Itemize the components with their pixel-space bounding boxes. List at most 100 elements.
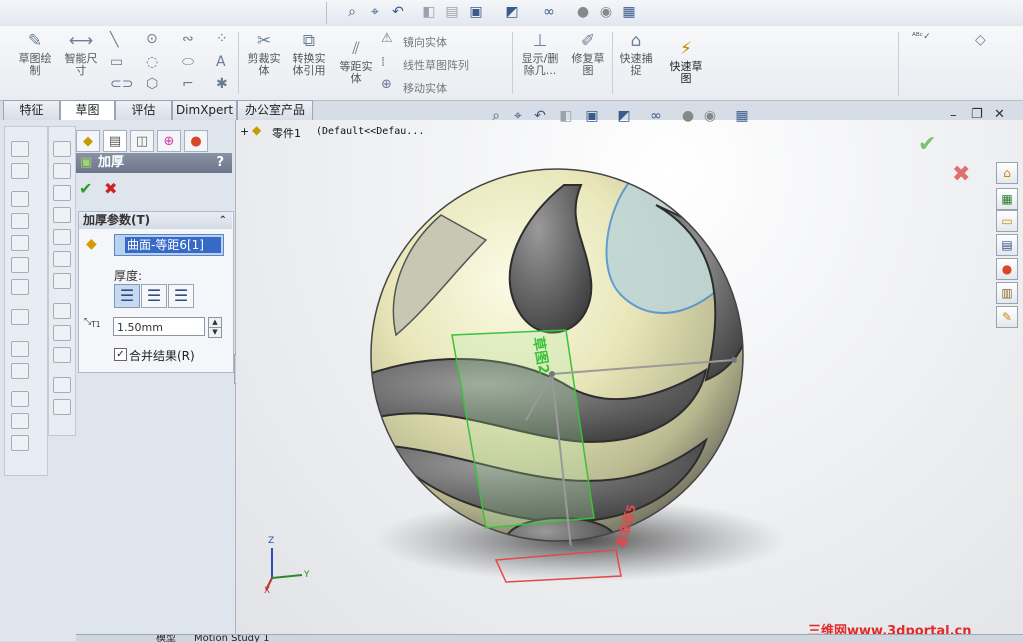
- tool-icon[interactable]: [11, 141, 29, 157]
- custom-properties-icon[interactable]: ▥: [996, 282, 1018, 304]
- tool-icon[interactable]: [53, 229, 71, 245]
- appearances-icon[interactable]: ●: [996, 258, 1018, 280]
- point-icon[interactable]: ⁘: [216, 31, 228, 47]
- thicken-both-button[interactable]: ☰: [141, 284, 167, 308]
- view-settings-icon[interactable]: ▦: [620, 3, 638, 21]
- mirror-entities-item[interactable]: 镜向实体: [403, 34, 447, 50]
- feature-manager-tab[interactable]: ◆: [76, 130, 100, 152]
- tool-icon[interactable]: [11, 391, 29, 407]
- spin-down-button[interactable]: ▼: [208, 327, 222, 338]
- convert-entities-button[interactable]: ⧉ 转换实 体引用: [287, 32, 331, 77]
- file-explorer-icon[interactable]: ▭: [996, 210, 1018, 232]
- collapse-icon[interactable]: ⌃: [219, 212, 227, 229]
- tool-icon[interactable]: [11, 413, 29, 429]
- tool-icon[interactable]: [11, 191, 29, 207]
- thickness-input[interactable]: 1.50mm: [113, 317, 205, 336]
- spell-check-icon[interactable]: ᴬᴮᶜ✓: [912, 32, 931, 42]
- tab-office-products[interactable]: 办公室产品: [237, 100, 313, 120]
- text-icon[interactable]: A: [216, 54, 226, 70]
- ellipse-icon[interactable]: ⬭: [182, 54, 194, 70]
- view-orientation-icon[interactable]: ▣: [583, 107, 601, 125]
- rapid-sketch-button[interactable]: ⚡ 快速草 图: [664, 40, 708, 85]
- configuration-manager-tab[interactable]: ◫: [130, 130, 154, 152]
- tool-icon[interactable]: [53, 185, 71, 201]
- merge-result-checkbox[interactable]: ✓: [114, 348, 127, 361]
- circle-icon[interactable]: ⊙: [146, 31, 158, 47]
- cancel-button[interactable]: ✖: [104, 179, 117, 198]
- tool-icon[interactable]: [11, 341, 29, 357]
- confirm-cancel-icon[interactable]: ✖: [952, 162, 970, 187]
- section-view-icon[interactable]: ◧: [420, 3, 438, 21]
- hide-show-icon[interactable]: ∞: [647, 107, 665, 125]
- view-orientation-icon[interactable]: ▣: [467, 3, 485, 21]
- appearance-icon[interactable]: ●: [679, 107, 697, 125]
- property-manager-tab[interactable]: ▤: [103, 130, 127, 152]
- tool-icon[interactable]: [53, 303, 71, 319]
- ok-button[interactable]: ✔: [79, 179, 92, 198]
- spline-icon[interactable]: ∾: [182, 31, 194, 47]
- tool-icon[interactable]: [11, 435, 29, 451]
- tool-icon[interactable]: [11, 163, 29, 179]
- tool-icon[interactable]: [11, 213, 29, 229]
- tool-icon[interactable]: [53, 325, 71, 341]
- tool-icon[interactable]: [11, 257, 29, 273]
- tool-icon[interactable]: [53, 273, 71, 289]
- tool-icon[interactable]: [53, 399, 71, 415]
- thicken-side1-button[interactable]: ☰: [114, 284, 140, 308]
- linear-pattern-item[interactable]: 线性草图阵列: [403, 57, 469, 73]
- minimize-button[interactable]: –: [950, 108, 957, 123]
- slot-icon[interactable]: ⊂⊃: [110, 76, 133, 92]
- tool-icon[interactable]: [53, 207, 71, 223]
- group-header[interactable]: 加厚参数(T) ⌃: [79, 212, 232, 229]
- tool-icon[interactable]: [11, 363, 29, 379]
- trim-button[interactable]: ✂ 剪裁实 体: [242, 32, 286, 77]
- tool-icon[interactable]: [53, 163, 71, 179]
- design-library-icon[interactable]: ▦: [996, 188, 1018, 210]
- tab-dimxpert[interactable]: DimXpert: [172, 100, 237, 120]
- display-style-icon[interactable]: ◩: [503, 3, 521, 21]
- face-selection-box[interactable]: 曲面-等距6[1]: [114, 234, 224, 256]
- selected-face-item[interactable]: 曲面-等距6[1]: [125, 237, 221, 253]
- view-palette-icon[interactable]: ▤: [996, 234, 1018, 256]
- display-delete-relations-button[interactable]: ⊥ 显示/删 除几...: [516, 32, 564, 77]
- tab-features[interactable]: 特征: [3, 100, 60, 120]
- appearance-icon[interactable]: ●: [574, 3, 592, 21]
- config-name[interactable]: (Default<<Defau...: [316, 126, 424, 137]
- dynamic-annotation-icon[interactable]: ▤: [443, 3, 461, 21]
- sketch-button[interactable]: ✎ 草图绘 制: [12, 32, 58, 77]
- tool-icon[interactable]: [11, 309, 29, 325]
- previous-view-icon[interactable]: ↶: [389, 3, 407, 21]
- quick-snaps-button[interactable]: ⌂ 快速捕 捉: [614, 32, 658, 77]
- tool-icon[interactable]: [11, 235, 29, 251]
- confirm-ok-icon[interactable]: ✔: [918, 132, 936, 157]
- fillet-icon[interactable]: ⌐: [182, 76, 194, 92]
- tool-icon[interactable]: [53, 347, 71, 363]
- scene-icon[interactable]: ◉: [701, 107, 719, 125]
- rectangle-icon[interactable]: ▭: [110, 54, 123, 70]
- zoom-area-icon[interactable]: ⌖: [366, 3, 384, 21]
- tab-sketch[interactable]: 草图: [60, 100, 115, 121]
- hide-show-icon[interactable]: ∞: [540, 3, 558, 21]
- smart-dimension-button[interactable]: ⟷ 智能尺 寸: [58, 32, 104, 77]
- dimxpert-manager-tab[interactable]: ⊕: [157, 130, 181, 152]
- zoom-to-fit-icon[interactable]: ⌕: [343, 3, 361, 21]
- restore-button[interactable]: ❐: [971, 107, 983, 122]
- zoom-area-icon[interactable]: ⌖: [509, 107, 527, 125]
- tab-evaluate[interactable]: 评估: [115, 100, 172, 120]
- forum-icon[interactable]: ✎: [996, 306, 1018, 328]
- scene-icon[interactable]: ◉: [597, 3, 615, 21]
- move-entities-item[interactable]: 移动实体: [403, 80, 447, 96]
- tool-icon[interactable]: [53, 377, 71, 393]
- section-view-icon[interactable]: ◧: [557, 107, 575, 125]
- zoom-to-fit-icon[interactable]: ⌕: [487, 107, 505, 125]
- close-button[interactable]: ✕: [994, 107, 1005, 122]
- tree-expand-icon[interactable]: +: [240, 125, 249, 138]
- part-name[interactable]: 零件1: [272, 125, 301, 141]
- repair-sketch-button[interactable]: ✐ 修复草 图: [566, 32, 610, 77]
- tool-icon[interactable]: [11, 279, 29, 295]
- graphics-area[interactable]: 草图2 基准面5 Z Y X ✔ ✖ + ◆ 零件1 (Default<<Def…: [236, 120, 1023, 635]
- polygon-icon[interactable]: ⬡: [146, 76, 158, 92]
- view-settings-icon[interactable]: ▦: [733, 107, 751, 125]
- previous-view-icon[interactable]: ↶: [531, 107, 549, 125]
- tool-icon[interactable]: [53, 251, 71, 267]
